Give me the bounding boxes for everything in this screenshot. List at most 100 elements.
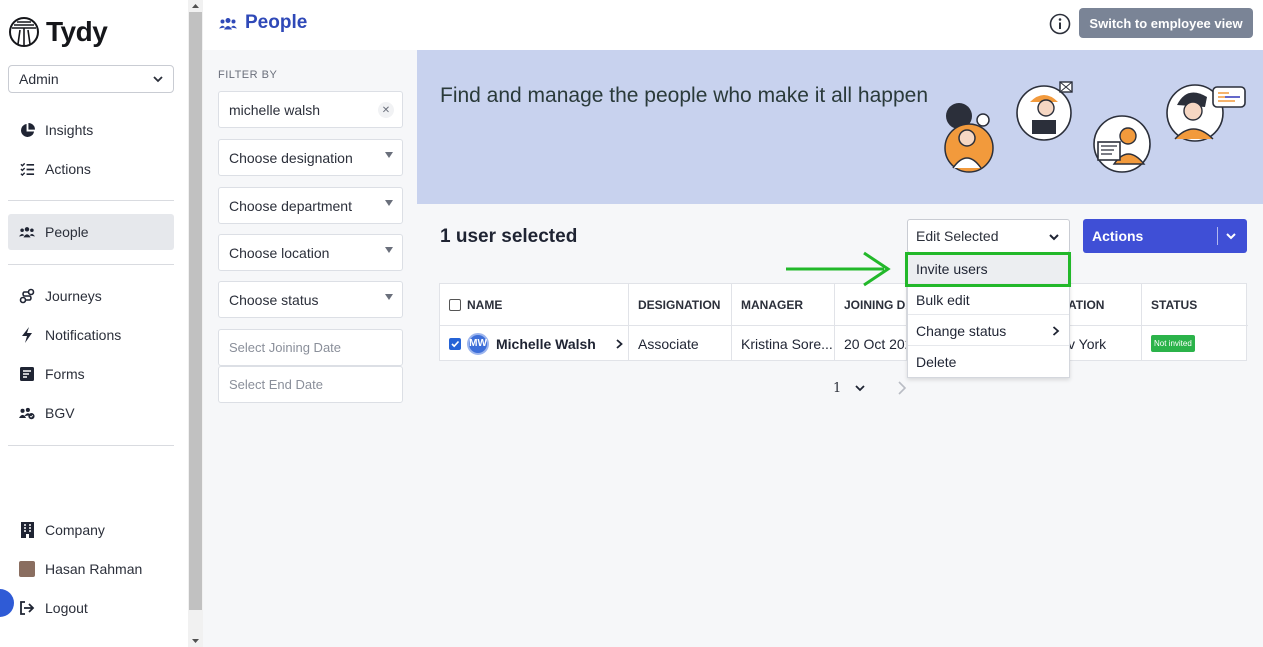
- annotation-arrow-icon: [786, 251, 891, 287]
- column-header-joining-date[interactable]: JOINING DA: [835, 284, 907, 325]
- clear-icon[interactable]: ✕: [378, 102, 394, 118]
- row-checkbox[interactable]: [449, 337, 461, 350]
- actions-button[interactable]: Actions: [1083, 219, 1247, 253]
- menu-item-change-status[interactable]: Change status: [908, 316, 1069, 346]
- scroll-up-icon[interactable]: [191, 2, 200, 10]
- selection-title: 1 user selected: [440, 226, 578, 247]
- joining-date-input[interactable]: Select Joining Date: [218, 329, 403, 366]
- sidebar-divider: [8, 200, 174, 201]
- status-select-value: Choose status: [229, 291, 319, 308]
- sidebar-item-label: Actions: [45, 161, 91, 177]
- logo-text: Tydy: [46, 16, 108, 47]
- avatar: MW: [467, 332, 489, 355]
- caret-down-icon: [385, 152, 393, 158]
- menu-item-bulk-edit[interactable]: Bulk edit: [908, 285, 1069, 315]
- column-header-name[interactable]: NAME: [440, 284, 629, 325]
- sidebar-item-insights[interactable]: Insights: [8, 112, 174, 148]
- chevron-down-icon: [153, 76, 163, 83]
- form-icon: [19, 366, 35, 382]
- sidebar-item-actions[interactable]: Actions: [8, 151, 174, 187]
- person-computer-illustration: [1093, 115, 1151, 173]
- search-input-value: michelle walsh: [229, 101, 321, 118]
- page-title-text: People: [245, 12, 308, 33]
- role-select-value: Admin: [19, 71, 59, 87]
- end-date-input[interactable]: Select End Date: [218, 366, 403, 403]
- column-header-designation[interactable]: DESIGNATION: [629, 284, 732, 325]
- joining-date-placeholder: Select Joining Date: [229, 340, 342, 355]
- chevron-down-icon: [1049, 234, 1059, 241]
- tydy-logo-icon: [9, 17, 39, 47]
- header-label: STATUS: [1151, 297, 1198, 312]
- main-content: Find and manage the people who make it a…: [417, 50, 1263, 647]
- department-select[interactable]: Choose department: [218, 187, 403, 224]
- logout-icon: [19, 600, 35, 616]
- filter-label: FILTER BY: [218, 69, 278, 81]
- sidebar-scrollbar[interactable]: [188, 0, 203, 647]
- menu-item-label: Change status: [916, 322, 1007, 339]
- sidebar-item-journeys[interactable]: Journeys: [8, 278, 174, 314]
- switch-employee-view-button[interactable]: Switch to employee view: [1079, 8, 1253, 38]
- end-date-placeholder: Select End Date: [229, 377, 323, 392]
- chevron-down-icon[interactable]: [1226, 231, 1236, 241]
- column-header-status[interactable]: STATUS: [1142, 284, 1248, 325]
- people-table: NAME DESIGNATION MANAGER JOINING DA ATIO…: [439, 283, 1248, 361]
- actions-button-label: Actions: [1092, 228, 1144, 244]
- sidebar-item-label: Insights: [45, 122, 94, 138]
- search-input[interactable]: michelle walsh ✕: [218, 91, 403, 128]
- header-label: DESIGNATION: [638, 297, 721, 312]
- next-page-icon[interactable]: [897, 381, 907, 395]
- location-select[interactable]: Choose location: [218, 234, 403, 271]
- chevron-right-icon[interactable]: [616, 339, 623, 349]
- sidebar-item-logout[interactable]: Logout: [8, 590, 174, 626]
- menu-item-delete[interactable]: Delete: [908, 347, 1069, 377]
- edit-selected-value: Edit Selected: [916, 228, 999, 244]
- select-all-checkbox[interactable]: [449, 298, 461, 311]
- caret-down-icon: [385, 200, 393, 206]
- column-header-manager[interactable]: MANAGER: [732, 284, 835, 325]
- role-select[interactable]: Admin: [8, 65, 174, 93]
- designation-cell: Associate: [629, 325, 732, 361]
- chevron-down-icon: [855, 385, 865, 392]
- person-chat-illustration: [1166, 84, 1246, 142]
- header-label: JOINING DA: [844, 297, 906, 312]
- actions-divider: [1217, 227, 1218, 245]
- page-select[interactable]: 1: [810, 375, 882, 401]
- header-label: ATION: [1068, 297, 1105, 312]
- banner-text: Find and manage the people who make it a…: [440, 84, 929, 107]
- sidebar-item-company[interactable]: Company: [8, 512, 174, 548]
- header-label: MANAGER: [741, 297, 803, 312]
- route-icon: [19, 288, 35, 304]
- sidebar-item-bgv[interactable]: BGV: [8, 395, 174, 431]
- annotation-highlight-box: [905, 252, 1071, 287]
- sidebar-item-label: Logout: [45, 600, 88, 616]
- sidebar-item-label: Journeys: [45, 288, 102, 304]
- sidebar-item-label: Company: [45, 522, 105, 538]
- scroll-thumb[interactable]: [189, 12, 202, 610]
- page-number: 1: [833, 380, 842, 396]
- edit-selected-dropdown[interactable]: Edit Selected: [907, 219, 1070, 253]
- hero-banner: Find and manage the people who make it a…: [417, 50, 1263, 204]
- sidebar-divider: [8, 445, 174, 446]
- designation-select-value: Choose designation: [229, 149, 353, 166]
- sidebar-item-notifications[interactable]: Notifications: [8, 317, 174, 353]
- chevron-right-icon: [1052, 326, 1060, 336]
- sidebar-item-people[interactable]: People: [8, 214, 174, 250]
- logo[interactable]: Tydy: [8, 14, 108, 50]
- department-select-value: Choose department: [229, 197, 352, 214]
- building-icon: [19, 522, 35, 538]
- designation-select[interactable]: Choose designation: [218, 139, 403, 176]
- sidebar-item-forms[interactable]: Forms: [8, 356, 174, 392]
- info-icon[interactable]: [1049, 13, 1071, 35]
- joining-date-cell: 20 Oct 202: [835, 325, 907, 361]
- page-header: People Switch to employee view: [203, 0, 1263, 50]
- sidebar-item-profile[interactable]: Hasan Rahman: [8, 551, 174, 587]
- status-select[interactable]: Choose status: [218, 281, 403, 318]
- scroll-down-icon[interactable]: [191, 637, 200, 645]
- people-icon: [219, 17, 237, 29]
- employee-name[interactable]: Michelle Walsh: [496, 336, 596, 352]
- bolt-icon: [19, 327, 35, 343]
- pie-chart-icon: [19, 122, 35, 138]
- table-row-name-cell[interactable]: MW Michelle Walsh: [440, 325, 629, 361]
- sidebar-item-label: Notifications: [45, 327, 122, 343]
- sidebar-item-label: Forms: [45, 366, 85, 382]
